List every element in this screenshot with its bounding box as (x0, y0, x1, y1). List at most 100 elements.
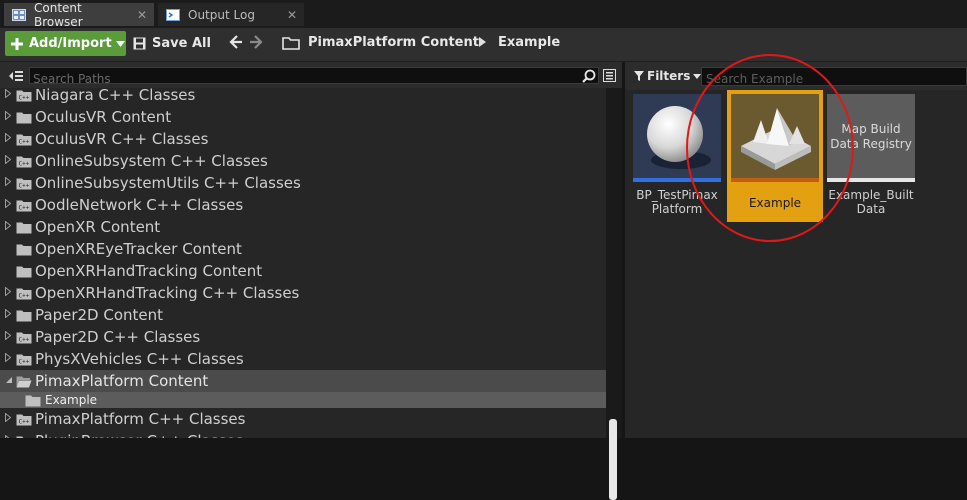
breadcrumb-item[interactable]: PimaxPlatform Content (308, 35, 479, 50)
svg-text:C++: C++ (19, 359, 30, 366)
asset-thumbnail-text: Map Build Data Registry (830, 122, 912, 151)
svg-text:C++: C++ (19, 205, 30, 212)
save-all-label: Save All (152, 36, 211, 51)
collapsed-arrow-icon[interactable] (5, 110, 13, 123)
tree-item[interactable]: C++ OculusVR C++ Classes (0, 128, 606, 150)
sphere-icon (647, 106, 711, 169)
tree-item-label: OnlineSubsystemUtils C++ Classes (35, 174, 301, 192)
folder-icon[interactable] (282, 36, 300, 50)
folder-open-icon (16, 374, 32, 388)
collapsed-arrow-icon[interactable] (5, 220, 13, 233)
cpp-folder-icon: C++ (16, 88, 32, 102)
tree-item[interactable]: OpenXRHandTracking Content (0, 260, 606, 282)
filter-icon (634, 71, 644, 81)
path-tree: C++ Niagara C++ Classes OculusVR Content C+… (0, 88, 606, 438)
cpp-folder-icon: C++ (16, 132, 32, 146)
asset-name: BP_TestPimax Platform (636, 188, 718, 216)
tab-output-log[interactable]: Output Log ✕ (158, 3, 304, 26)
asset-type-bar (633, 178, 721, 182)
asset-tile-example-builtdata[interactable]: Map Build Data Registry Example_Built Da… (827, 94, 915, 220)
asset-tile-bp-testpimax[interactable]: BP_TestPimax Platform (633, 94, 721, 220)
tree-item[interactable]: OculusVR Content (0, 106, 606, 128)
collapsed-arrow-icon[interactable] (5, 132, 13, 145)
collapsed-arrow-icon[interactable] (5, 352, 13, 365)
svg-text:C++: C++ (19, 337, 30, 344)
tree-item[interactable]: Paper2D Content (0, 304, 606, 326)
asset-name: Example_Built Data (828, 188, 914, 216)
collapsed-arrow-icon[interactable] (5, 330, 13, 343)
tree-item-label: Niagara C++ Classes (35, 88, 196, 104)
tree-item-label: PimaxPlatform Content (35, 372, 209, 390)
search-assets-input[interactable] (702, 70, 956, 88)
asset-view-panel: Filters BP_TestPimax Platform (625, 62, 967, 438)
tree-item-label: OculusVR Content (35, 108, 172, 126)
asset-type-bar (827, 178, 915, 182)
cpp-folder-icon: C++ (16, 198, 32, 212)
back-arrow-icon[interactable] (229, 34, 243, 53)
add-import-button[interactable]: Add/Import (5, 31, 126, 56)
svg-text:C++: C++ (19, 419, 30, 426)
collapsed-arrow-icon[interactable] (5, 412, 13, 425)
tree-item[interactable]: OpenXREyeTracker Content (0, 238, 606, 260)
tree-item[interactable]: OpenXR Content (0, 216, 606, 238)
tab-content-browser[interactable]: Content Browser ✕ (4, 0, 154, 29)
tree-item[interactable]: C++PluginBrowser C++ Classes (0, 430, 606, 438)
svg-text:C++: C++ (19, 183, 30, 190)
folder-icon (16, 242, 32, 256)
collapsed-arrow-icon[interactable] (5, 286, 13, 299)
tree-item[interactable]: C++ OnlineSubsystem C++ Classes (0, 150, 606, 172)
chevron-right-icon[interactable] (479, 37, 486, 47)
cpp-folder-icon: C++ (16, 176, 32, 190)
save-all-button[interactable]: Save All (133, 31, 211, 56)
tree-item-label: OnlineSubsystem C++ Classes (35, 152, 268, 170)
folder-icon (16, 110, 32, 124)
sources-panel: C++ Niagara C++ Classes OculusVR Content C+… (0, 62, 622, 500)
save-icon (133, 37, 146, 50)
search-icon[interactable] (582, 69, 596, 83)
tab-label: Content Browser (34, 0, 83, 29)
tree-item-label: OpenXRHandTracking C++ Classes (35, 284, 300, 302)
asset-thumbnail (633, 94, 721, 178)
tree-item[interactable]: C++ OpenXRHandTracking C++ Classes (0, 282, 606, 304)
sources-toggle-icon[interactable] (8, 69, 24, 83)
close-icon[interactable]: ✕ (134, 8, 150, 22)
filters-button[interactable]: Filters (634, 69, 702, 83)
tree-item[interactable]: PimaxPlatform Content (0, 370, 606, 392)
tree-item[interactable]: C++ PimaxPlatform C++ Classes (0, 408, 606, 430)
asset-type-bar (731, 178, 819, 182)
forward-arrow-icon[interactable] (249, 34, 263, 53)
tree-item[interactable]: Example (0, 392, 606, 408)
collapsed-arrow-icon[interactable] (5, 154, 13, 167)
search-paths-input[interactable] (30, 71, 573, 87)
asset-view-header: Filters (625, 62, 967, 90)
tree-item[interactable]: C++ OodleNetwork C++ Classes (0, 194, 606, 216)
tree-item-label: OpenXRHandTracking Content (35, 262, 263, 280)
plus-icon (11, 37, 23, 50)
tree-item[interactable]: C++ Niagara C++ Classes (0, 88, 606, 106)
asset-thumbnail (731, 94, 819, 178)
level-icon (741, 108, 811, 170)
tree-item[interactable]: C++ OnlineSubsystemUtils C++ Classes (0, 172, 606, 194)
view-options-icon[interactable] (603, 69, 616, 82)
tab-label: Output Log (188, 7, 255, 22)
cpp-folder-icon: C++ (16, 434, 32, 438)
collapsed-arrow-icon[interactable] (5, 88, 13, 101)
tree-item-label: PimaxPlatform C++ Classes (35, 410, 246, 428)
collapsed-arrow-icon[interactable] (5, 176, 13, 189)
scrollbar-thumb[interactable] (609, 419, 617, 500)
collapsed-arrow-icon[interactable] (5, 308, 13, 321)
search-assets-field (701, 67, 967, 88)
close-icon[interactable]: ✕ (284, 8, 300, 22)
tree-item-label: OculusVR C++ Classes (35, 130, 209, 148)
asset-tile-example[interactable]: Example (727, 90, 823, 222)
breadcrumb-item[interactable]: Example (498, 35, 560, 50)
scrollbar-track[interactable] (606, 88, 622, 438)
tree-item-label: Example (45, 393, 98, 407)
cpp-folder-icon: C++ (16, 412, 32, 426)
collapsed-arrow-icon[interactable] (5, 198, 13, 211)
expanded-arrow-icon[interactable] (5, 376, 13, 387)
tree-item-label: OpenXR Content (35, 218, 161, 236)
tree-item[interactable]: C++ Paper2D C++ Classes (0, 326, 606, 348)
tree-item-label: Paper2D Content (35, 306, 163, 324)
tree-item[interactable]: C++ PhysXVehicles C++ Classes (0, 348, 606, 370)
